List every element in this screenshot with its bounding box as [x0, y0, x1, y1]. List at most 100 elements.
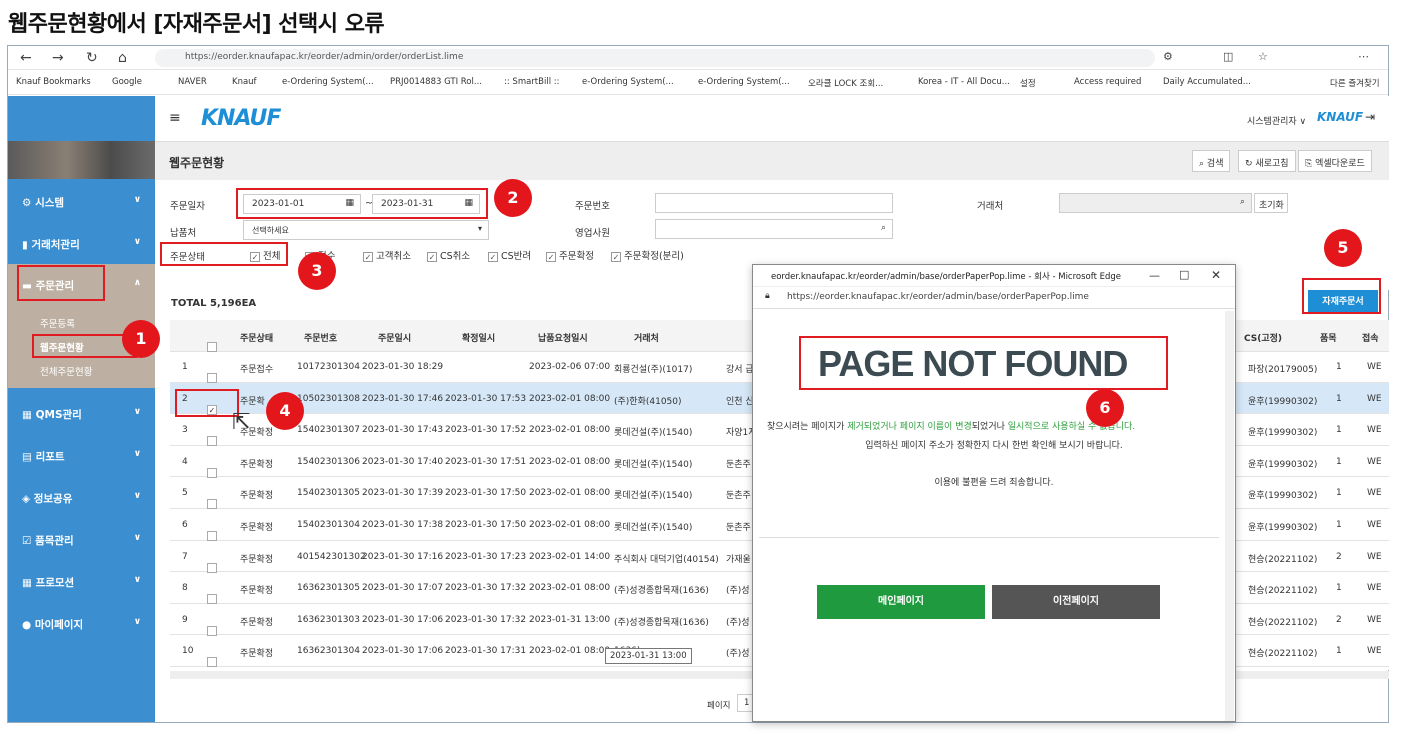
sidebar-item-promotion[interactable]: ▦ 프로모션 ∨: [8, 561, 155, 603]
bookmark-item[interactable]: e-Ordering System(...: [282, 77, 374, 87]
more-icon[interactable]: ⋯: [1358, 50, 1369, 63]
maximize-icon[interactable]: □: [1179, 268, 1189, 281]
sidebar-item-mypage[interactable]: ● 마이페이지 ∨: [8, 603, 155, 645]
order-no-input[interactable]: [655, 193, 893, 213]
row-checkbox[interactable]: [207, 531, 217, 541]
cell-customer: (주)성경종합목재(1636): [614, 586, 709, 597]
row-checkbox[interactable]: [207, 436, 217, 447]
prev-page-button[interactable]: 이전페이지: [992, 585, 1160, 619]
forward-icon[interactable]: →: [52, 50, 64, 66]
bookmark-item[interactable]: Korea - IT - All Docu...: [918, 77, 1010, 87]
highlight-date-range: [236, 188, 488, 219]
col-cs[interactable]: CS(고정): [1244, 331, 1282, 344]
cell-order-dt: 2023-01-30 17:06: [362, 614, 444, 625]
row-checkbox[interactable]: [207, 499, 217, 510]
customer-input[interactable]: ⌕: [1059, 193, 1252, 213]
refresh-button[interactable]: ↻ 새로고침: [1238, 150, 1296, 172]
sidebar-item-system[interactable]: ⚙ 시스템 ∨: [8, 181, 155, 223]
bookmark-item[interactable]: 다른 즐겨찾기: [1330, 77, 1380, 89]
close-icon[interactable]: ✕: [1211, 268, 1221, 282]
page-title: 웹주문현황: [169, 156, 225, 170]
tooltip: 2023-01-31 13:00: [605, 648, 692, 664]
favorites-icon[interactable]: ☆: [1258, 50, 1268, 63]
col-qty[interactable]: 품목: [1320, 331, 1337, 344]
main-page-button[interactable]: 메인페이지: [817, 585, 985, 619]
minimize-icon[interactable]: —: [1149, 269, 1160, 282]
search-icon: ⌕: [1239, 197, 1245, 207]
reset-button[interactable]: 초기화: [1254, 193, 1288, 213]
callout-2: 2: [494, 179, 532, 217]
status-customer-cancel-checkbox[interactable]: ✓ 고객취소: [363, 248, 411, 262]
sidebar-item-qms[interactable]: ▦ QMS관리 ∨: [8, 393, 155, 435]
reload-icon[interactable]: ↻: [86, 50, 98, 66]
col-request-dt[interactable]: 납품요청일시: [538, 331, 588, 344]
download-icon: ⎘: [1305, 159, 1313, 169]
cell-confirm-dt: 2023-01-30 17:32: [445, 583, 527, 594]
cell-req-dt: 2023-02-01 08:00: [529, 456, 611, 467]
col-status[interactable]: 주문상태: [240, 331, 273, 344]
bookmark-item[interactable]: e-Ordering System(...: [698, 77, 790, 87]
sidebar-item-customer[interactable]: ▮ 거래처관리 ∨: [8, 223, 155, 265]
back-icon[interactable]: ←: [20, 50, 32, 66]
bookmark-item[interactable]: e-Ordering System(...: [582, 77, 674, 87]
bookmark-item[interactable]: :: SmartBill ::: [504, 77, 560, 87]
url-field[interactable]: https://eorder.knaufapac.kr/eorder/admin…: [155, 49, 1155, 67]
address-bar: ← → ↻ ⌂ https://eorder.knaufapac.kr/eord…: [8, 46, 1388, 70]
bookmark-item[interactable]: Knauf Bookmarks: [16, 77, 91, 87]
col-confirm-dt[interactable]: 확정일시: [462, 331, 495, 344]
cell-confirm-dt: 2023-01-30 17:51: [445, 456, 527, 467]
bookmark-item[interactable]: NAVER: [178, 77, 207, 87]
sidebar-item-info[interactable]: ◈ 정보공유 ∨: [8, 477, 155, 519]
submenu-all-order-status[interactable]: 전체주문현황: [40, 364, 92, 378]
delivery-select[interactable]: 선택하세요 ▾: [243, 220, 489, 240]
status-confirmed-checkbox[interactable]: ✓ 주문확정: [546, 248, 594, 262]
row-checkbox[interactable]: [207, 657, 217, 668]
row-checkbox[interactable]: [207, 562, 217, 573]
cell-req-dt: 2023-02-01 08:00: [529, 520, 611, 530]
col-order-dt[interactable]: 주문일시: [378, 331, 411, 344]
cell-no: 6: [182, 520, 188, 530]
sidebar-item-report[interactable]: ▤ 리포트 ∨: [8, 435, 155, 477]
row-checkbox[interactable]: [207, 594, 217, 605]
cell-status: 주문확정: [240, 554, 274, 565]
bookmark-item[interactable]: Daily Accumulated...: [1163, 77, 1251, 87]
bookmark-item[interactable]: 설정: [1020, 77, 1036, 89]
home-icon[interactable]: ⌂: [118, 50, 127, 66]
col-conn[interactable]: 접속: [1362, 331, 1379, 344]
popup-url[interactable]: https://eorder.knaufapac.kr/eorder/admin…: [753, 287, 1235, 309]
highlight-row-checkbox: [175, 389, 239, 417]
cell-no: 4: [182, 456, 188, 467]
status-confirmed-split-checkbox[interactable]: ✓ 주문확정(분리): [611, 248, 684, 262]
cell-order-no: 401542301302: [297, 551, 366, 562]
cell-qty: 1: [1336, 488, 1342, 499]
bookmark-item[interactable]: Access required: [1074, 77, 1141, 87]
bookmark-item[interactable]: Knauf: [232, 77, 257, 87]
row-checkbox[interactable]: [207, 467, 217, 478]
row-checkbox[interactable]: [207, 625, 217, 636]
chevron-down-icon: ∨: [133, 237, 141, 247]
status-cs-cancel-checkbox[interactable]: ✓ CS취소: [427, 248, 470, 262]
bookmark-item[interactable]: Google: [112, 77, 142, 87]
col-customer[interactable]: 거래처: [634, 331, 659, 344]
search-button[interactable]: ⌕ 검색: [1192, 150, 1231, 172]
sales-input[interactable]: ⌕: [655, 219, 893, 239]
sidebar-item-product[interactable]: ☑ 품목관리 ∨: [8, 519, 155, 561]
cell-no: 10: [182, 646, 194, 657]
status-cs-reject-checkbox[interactable]: ✓ CS반려: [488, 248, 531, 262]
hamburger-icon[interactable]: ≡: [169, 110, 181, 126]
error-message-2: 입력하신 페이지 주소가 정확한지 다시 한번 확인해 보시기 바랍니다.: [865, 441, 1123, 451]
logout-icon[interactable]: ⇥: [1365, 110, 1375, 124]
bookmark-item[interactable]: PRJ0014883 GTI Rol...: [390, 77, 482, 87]
excel-download-button[interactable]: ⎘ 엑셀다운로드: [1298, 150, 1372, 172]
popup-scrollbar[interactable]: [1225, 311, 1234, 721]
highlight-order-menu: [17, 265, 105, 301]
settings-icon[interactable]: ⚙: [1163, 50, 1173, 63]
row-checkbox[interactable]: [207, 373, 217, 383]
split-icon[interactable]: ◫: [1223, 50, 1233, 63]
submenu-order-register[interactable]: 주문등록: [40, 316, 75, 330]
user-menu[interactable]: 시스템관리자 ∨: [1247, 114, 1306, 127]
col-order-no[interactable]: 주문번호: [304, 331, 337, 344]
cell-conn: WE: [1367, 614, 1382, 625]
bookmark-item[interactable]: 오라클 LOCK 조회...: [808, 77, 883, 89]
cell-customer: 회룡건설(주)(1017): [614, 365, 693, 375]
